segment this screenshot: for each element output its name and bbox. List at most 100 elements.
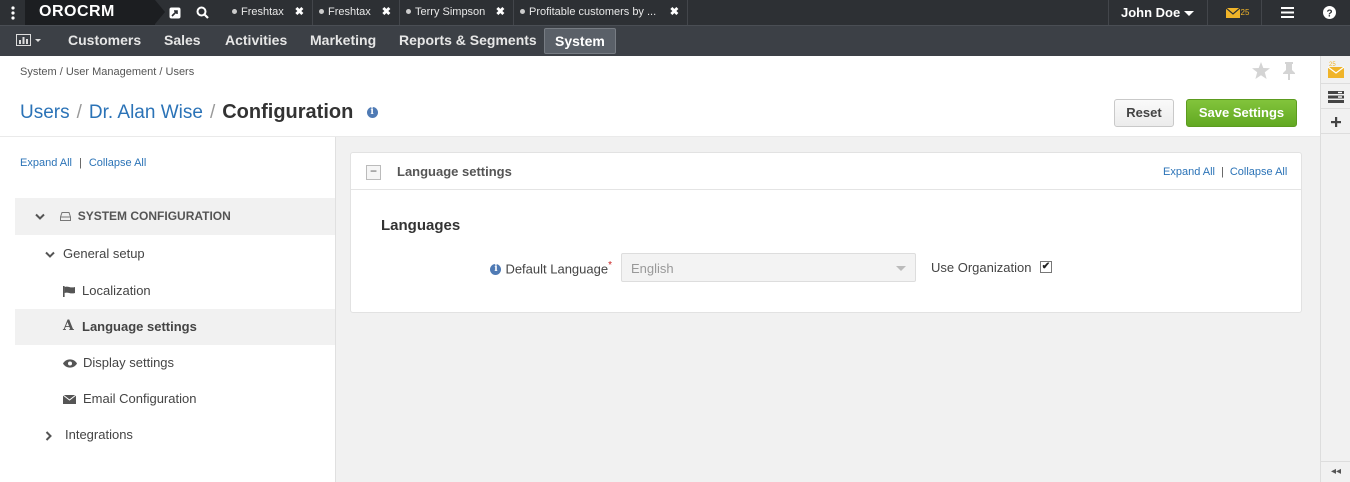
nav-marketing[interactable]: Marketing [310,26,376,56]
envelope-icon [62,394,77,405]
chevron-right-icon [45,430,52,441]
close-icon[interactable]: ✖ [670,5,679,18]
breadcrumb: System / User Management / Users [20,66,195,78]
panel-header: − Language settings Expand All | Collapse … [351,153,1301,190]
title-link-user[interactable]: Dr. Alan Wise [89,102,203,123]
bar-chart-icon [16,34,41,46]
use-organization-label: Use Organization [931,260,1032,275]
tree-item-language-settings[interactable]: A Language settings [15,309,335,345]
eye-icon [63,359,77,368]
title-link-users[interactable]: Users [20,102,70,123]
close-icon[interactable]: ✖ [295,5,304,18]
tab-dot-icon [232,9,237,15]
top-bar: OROCRM Freshtax ✖ Freshtax ✖ Terry Simps… [0,0,1350,25]
save-settings-button[interactable]: Save Settings [1186,99,1297,127]
tab-label: Terry Simpson [415,6,486,18]
list-icon [1328,90,1344,103]
tree-root-system-configuration[interactable]: SYSTEM CONFIGURATION [15,198,335,235]
tree-controls: Expand All | Collapse All [20,157,146,169]
envelope-icon [1225,7,1240,18]
pinned-tab[interactable]: Terry Simpson ✖ [400,0,514,25]
add-widget-button[interactable] [1321,110,1350,134]
shortcut-icon [169,7,181,18]
panel-expand-all-link[interactable]: Expand All [1163,166,1215,178]
chevron-down-icon [35,213,45,220]
search-button[interactable] [189,0,215,25]
right-sidebar: 25 ◂◂ [1320,56,1350,482]
email-count: 25 [1240,8,1250,17]
nav-customers[interactable]: Customers [68,26,141,56]
select-value: English [631,261,674,276]
email-widget-button[interactable]: 25 [1321,56,1350,84]
language-settings-panel: − Language settings Expand All | Collapse … [350,152,1302,313]
svg-text:?: ? [1326,9,1332,20]
tree-item-label: Integrations [65,427,133,442]
nav-system[interactable]: System [544,28,616,54]
pin-icon[interactable] [1282,62,1296,80]
nav-activities[interactable]: Activities [225,26,287,56]
title-separator: / [209,102,216,123]
help-button[interactable]: ? [1316,0,1342,25]
user-menu[interactable]: John Doe [1108,0,1208,25]
hdd-icon [60,212,72,222]
tab-label: Freshtax [241,6,284,18]
page-quick-actions [1252,62,1296,80]
envelope-icon: 25 [1327,62,1345,78]
main-menu-button[interactable] [1274,0,1300,25]
tab-dot-icon [520,9,525,15]
dashboard-menu-button[interactable] [16,34,42,49]
close-icon[interactable]: ✖ [496,5,505,18]
panel-collapse-all-link[interactable]: Collapse All [1230,166,1287,178]
pinned-tab[interactable]: Freshtax ✖ [313,0,400,25]
help-icon: ? [1322,6,1336,20]
tree-item-label: General setup [63,246,145,261]
search-icon [196,6,209,19]
tree-item-label: Email Configuration [83,391,197,406]
tab-label: Profitable customers by ... [529,6,657,18]
tree-collapse-all-link[interactable]: Collapse All [89,157,146,169]
widgets-list-button[interactable] [1321,85,1350,109]
close-icon[interactable]: ✖ [382,5,391,18]
pinned-tab[interactable]: Freshtax ✖ [224,0,313,25]
page-title: Users / Dr. Alan Wise / Configuration i [20,101,378,124]
tree-item-integrations[interactable]: Integrations [45,427,133,442]
user-name: John Doe [1121,5,1181,20]
tree-item-general-setup[interactable]: General setup [45,246,145,261]
info-icon[interactable]: i [366,107,378,119]
hamburger-icon [1280,7,1294,18]
default-language-select[interactable]: English [621,253,916,282]
email-widget-count: 25 [1329,62,1336,68]
app-logo[interactable]: OROCRM [25,0,165,25]
nav-reports-segments[interactable]: Reports & Segments [399,26,537,56]
chevron-down-icon [896,266,906,271]
pinned-tab[interactable]: Profitable customers by ... ✖ [514,0,688,25]
tab-dot-icon [319,9,324,15]
email-notification-button[interactable]: 25 [1214,0,1262,25]
tree-item-email-configuration[interactable]: Email Configuration [62,391,197,406]
use-organization-checkbox[interactable]: ✔ [1040,261,1052,273]
section-title: Languages [381,217,461,234]
reset-button[interactable]: Reset [1114,99,1174,127]
tab-label: Freshtax [328,6,371,18]
font-icon: A [63,318,74,334]
default-language-label: i Default Language* [488,260,612,276]
tree-item-label: Display settings [83,355,175,370]
nav-sales[interactable]: Sales [164,26,201,56]
star-icon[interactable] [1252,62,1270,79]
app-menu-button[interactable] [0,0,25,25]
chevron-down-icon [45,251,55,258]
info-icon[interactable]: i [490,264,502,276]
tree-root-label: SYSTEM CONFIGURATION [77,209,231,223]
main-navigation: Customers Sales Activities Marketing Rep… [0,25,1350,56]
tree-expand-all-link[interactable]: Expand All [20,157,72,169]
collapse-sidebar-button[interactable]: ◂◂ [1321,461,1350,482]
shortcut-button[interactable] [162,0,188,25]
default-language-label-text: Default Language [505,261,609,277]
collapse-section-button[interactable]: − [366,165,381,180]
flag-icon [63,286,75,298]
title-separator: / [76,102,82,123]
plus-icon [1331,116,1341,127]
tree-item-display-settings[interactable]: Display settings [63,355,174,370]
tree-item-localization[interactable]: Localization [63,283,151,298]
tree-item-label: Localization [82,283,151,298]
